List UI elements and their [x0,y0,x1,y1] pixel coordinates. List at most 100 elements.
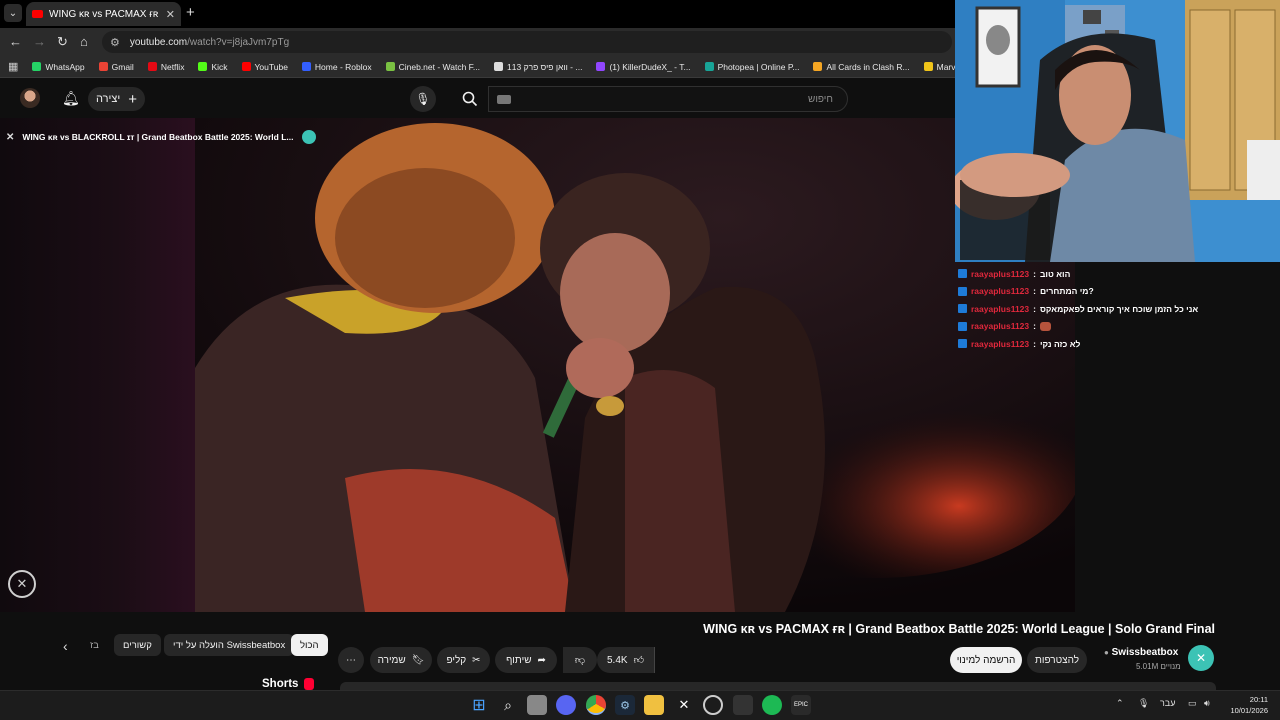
bookmark-label: Photopea | Online P... [717,61,800,72]
site-info-icon[interactable]: ⚙ [110,36,120,49]
bookmark-item[interactable]: Netflix [147,62,184,72]
bookmark-favicon-icon [704,62,714,71]
video-frame-image [195,118,1075,612]
save-button[interactable]: שמירה 🔖︎ [370,647,432,673]
subscribe-button[interactable]: הרשמה למינוי [950,647,1022,673]
shorts-text: Shorts [262,678,299,690]
bookmark-favicon-icon [32,62,42,71]
voice-search-button[interactable]: 🎙︎ [410,86,436,112]
bookmark-favicon-icon [494,62,504,71]
join-button[interactable]: להצטרפות [1027,647,1087,673]
chat-separator: : [1033,303,1036,314]
input-language[interactable]: עבר [1160,698,1175,708]
channel-watermark-icon[interactable]: ✕ [8,570,36,598]
channel-badge-icon [301,130,316,144]
bookmark-item[interactable]: Home - Roblox [301,62,372,72]
chat-message: raayaplus1123: מי המתחרים? [958,283,1278,301]
bookmark-item[interactable]: וואן פיס פרק 113 - ... [494,62,582,72]
dislike-button[interactable]: 👎︎ [563,647,597,673]
clock[interactable]: 20:11 10/01/2026 [1222,694,1268,716]
reload-button[interactable]: ↻ [57,34,68,50]
chat-separator: : [1033,338,1036,349]
capcut-icon[interactable]: ✕ [674,695,694,715]
chat-message: raayaplus1123: הוא טוב [958,265,1278,283]
like-button[interactable]: 5.4K 👍︎ [597,647,655,673]
new-tab-button[interactable]: + [186,4,195,21]
more-actions-button[interactable]: ⋯ [338,647,364,673]
chat-username: raayaplus1123 [971,268,1030,279]
clip-button[interactable]: קליפ ✂ [437,647,490,673]
bookmark-item[interactable]: (1) KillerDudeX_ - T... [596,62,691,72]
chat-badge-icon [958,286,967,296]
back-button[interactable]: ← [9,34,22,49]
bookmark-item[interactable]: Gmail [98,62,134,72]
tab-search-button[interactable]: ⌄ [4,4,22,22]
obs-icon[interactable] [703,695,723,715]
account-avatar[interactable] [20,88,40,108]
chips-prev-chevron-icon[interactable]: ‹ [63,638,68,654]
chat-badge-icon [958,304,967,314]
chat-overlay: raayaplus1123: הוא טוב raayaplus1123: מי המ… [958,265,1278,353]
create-button[interactable]: יצירה + [88,87,145,111]
chrome-icon[interactable] [586,695,606,715]
discord-icon[interactable] [556,695,576,715]
notifications-bell-icon[interactable]: 🔔︎ [62,90,80,107]
apps-grid-icon[interactable]: ▦ [8,60,18,73]
file-explorer-icon[interactable] [644,695,664,715]
spotify-icon[interactable] [762,695,782,715]
share-button[interactable]: שיתוף ➦ [495,647,557,673]
bookmark-item[interactable]: WhatsApp [32,62,85,72]
epic-games-icon[interactable]: EPIC [791,695,811,715]
chip-partial[interactable]: בז [90,634,99,656]
volume-icon[interactable]: 🔊︎ [1204,698,1210,709]
keyboard-icon[interactable] [497,94,511,104]
bookmark-item[interactable]: Kick [198,62,228,72]
url-path: /watch?v=j8jaJvm7pTg [187,36,290,48]
chat-text: הוא טוב [1039,268,1071,279]
scissors-icon: ✂ [472,654,481,666]
task-view-icon[interactable] [527,695,547,715]
bookmark-label: YouTube [254,61,288,72]
chat-message: raayaplus1123: לא כזה נקי [958,335,1278,353]
forward-button[interactable]: → [33,34,46,49]
close-tab-icon[interactable]: ✕ [166,8,175,21]
bookmark-item[interactable]: Photopea | Online P... [704,61,800,72]
network-icon[interactable]: ▭ [1188,698,1197,709]
thumbs-down-icon: 👎︎ [574,655,586,666]
share-label: שיתוף [506,654,532,666]
show-hidden-icons-chevron-icon[interactable]: ⌃ [1116,698,1124,709]
chip-related[interactable]: קשורים [114,634,161,656]
bookmark-favicon-icon [98,62,108,71]
microphone-tray-icon[interactable]: 🎙︎ [1138,698,1149,709]
chip-uploaded-by[interactable]: הועלה על ידי Swissbeatbox [164,634,295,656]
chip-all[interactable]: הכול [291,634,328,656]
miniplayer-title[interactable]: WING ᴋʀ vs BLACKROLL ɪᴛ | Grand Beatbox … [22,132,293,142]
bookmark-item[interactable]: YouTube [241,61,288,72]
video-player[interactable] [195,118,1075,612]
channel-name[interactable]: ● Swissbeatbox [1104,647,1178,658]
close-icon[interactable]: ✕ [6,132,14,143]
home-button[interactable]: ⌂ [80,34,88,49]
start-windows-icon[interactable]: ⊞ [469,695,489,715]
bookmark-item[interactable]: Cineb.net - Watch F... [385,62,480,72]
clip-label: קליפ [446,654,467,666]
channel-name-text: Swissbeatbox [1111,647,1179,658]
bookmark-item[interactable]: All Cards in Clash R... [813,62,910,72]
webcam-image [955,0,1280,262]
channel-avatar[interactable]: ✕ [1188,645,1214,671]
miniplayer-bar[interactable]: ✕ WING ᴋʀ vs BLACKROLL ɪᴛ | Grand Beatbo… [6,130,316,144]
app-icon[interactable] [733,695,753,715]
tab-youtube[interactable]: WING ᴋʀ vs PACMAX ғʀ | Grand ✕ [26,2,181,26]
search-input[interactable]: חיפוש [488,86,848,112]
shorts-icon [304,678,315,690]
bookmark-item[interactable]: Marvel Cinemat [923,61,955,72]
windows-taskbar [0,690,1280,720]
taskbar-search-icon[interactable]: ⌕ [498,695,518,715]
search-placeholder: חיפוש [808,93,833,105]
steam-icon[interactable]: ⚙ [615,695,635,715]
search-button[interactable] [452,86,488,112]
bookmark-label: Marvel Cinemat [936,61,955,72]
chat-message: raayaplus1123: [958,318,1278,336]
address-bar[interactable]: ⚙ youtube.com/watch?v=j8jaJvm7pTg [102,31,952,53]
chat-separator: : [1033,286,1036,297]
